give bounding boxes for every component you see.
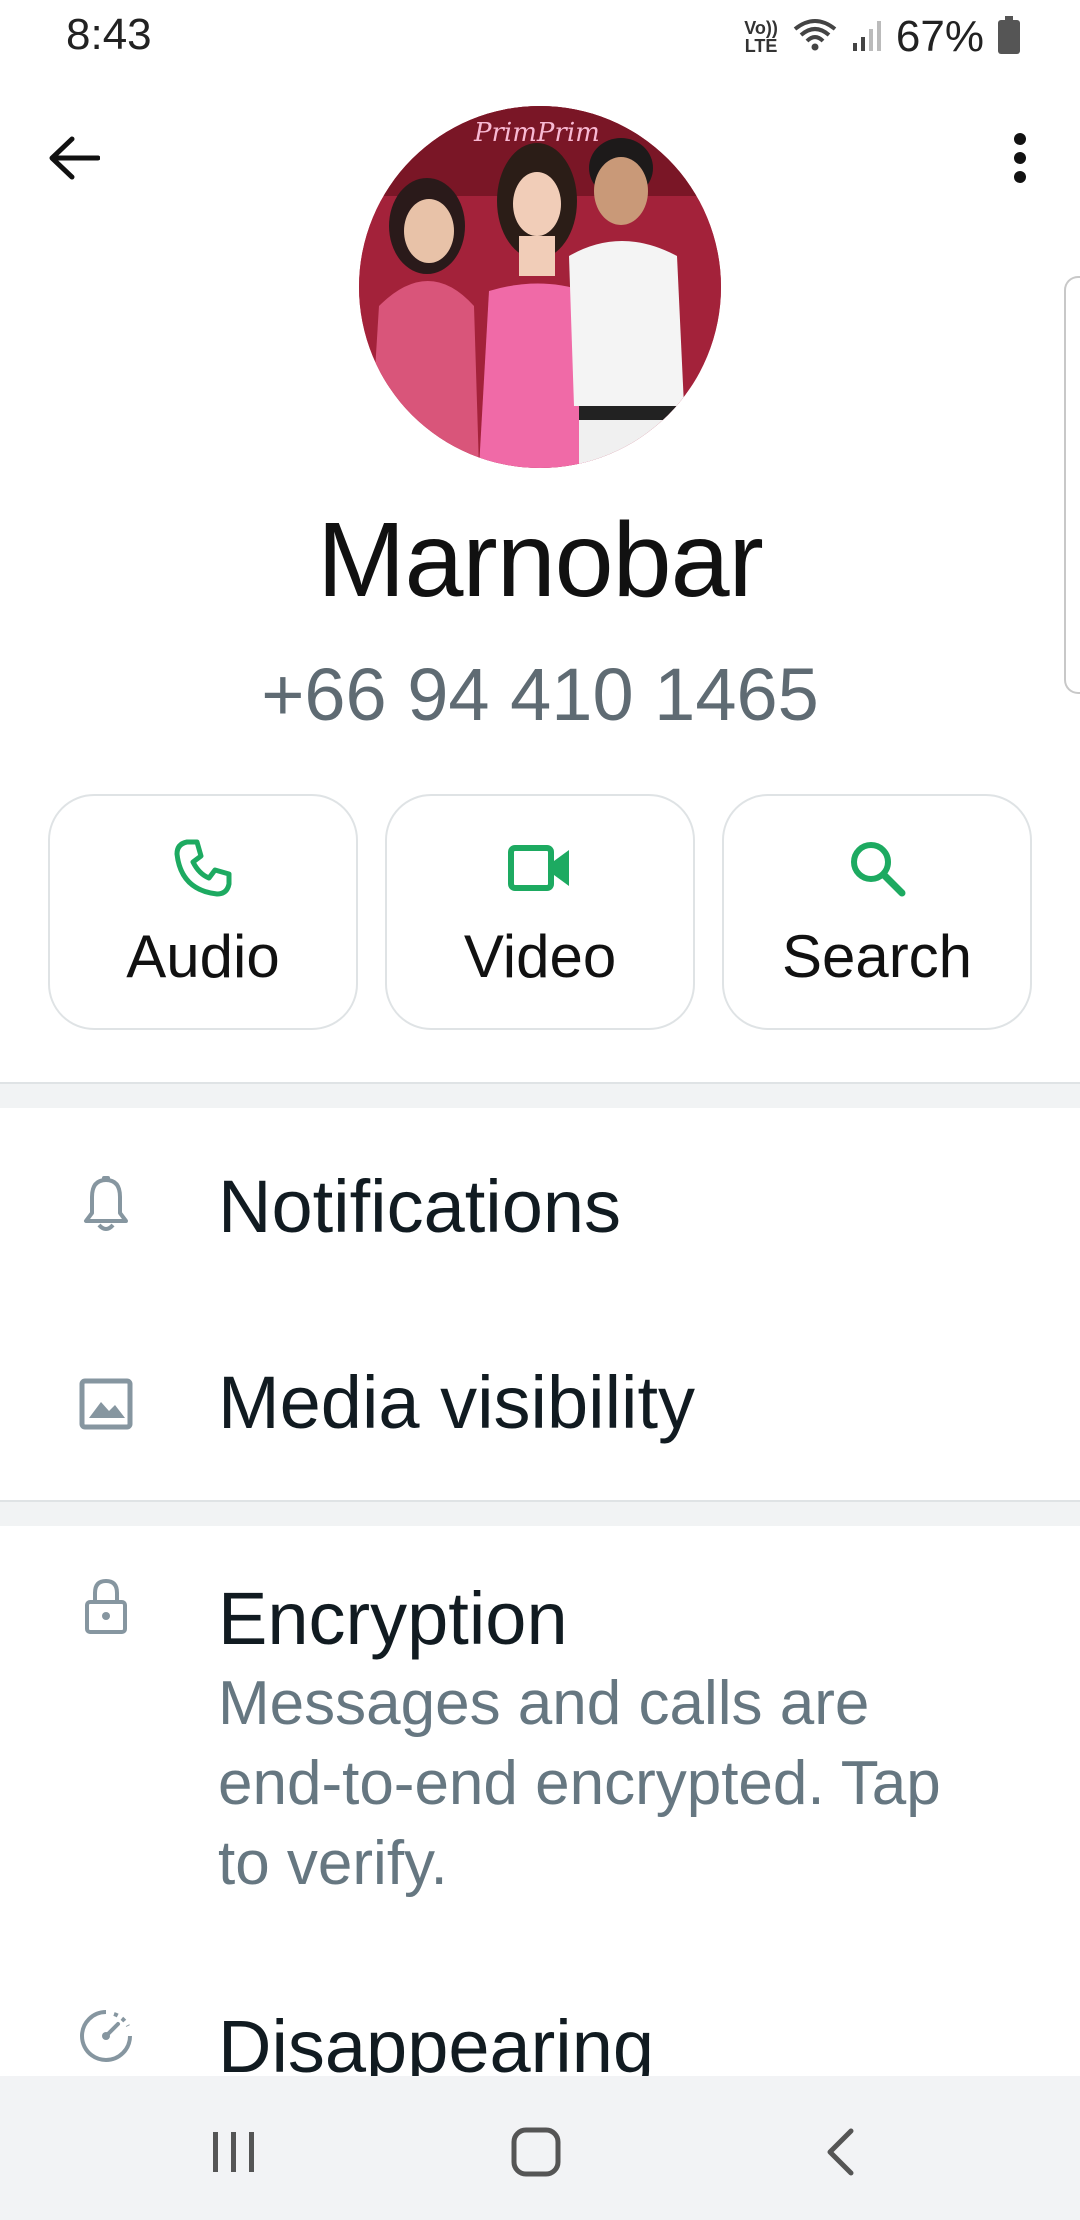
scroll-indicator bbox=[1064, 276, 1080, 694]
arrow-left-icon bbox=[49, 136, 100, 180]
recents-icon bbox=[213, 2132, 254, 2172]
search-label: Search bbox=[781, 923, 973, 990]
avatar-photo: PrimPrim bbox=[359, 106, 721, 468]
video-camera-icon bbox=[508, 836, 572, 900]
phone-icon bbox=[173, 836, 233, 900]
home-button[interactable] bbox=[496, 2112, 576, 2192]
video-label: Video bbox=[463, 923, 617, 990]
contact-name: Marnobar bbox=[317, 501, 764, 619]
status-bar: 8:43 Vo)) LTE 67% bbox=[0, 0, 1080, 72]
section-divider bbox=[0, 1082, 1080, 1108]
media-visibility-row[interactable]: Media visibility bbox=[0, 1304, 1080, 1500]
search-button[interactable]: Search bbox=[722, 794, 1032, 1030]
battery-percent: 67% bbox=[895, 12, 984, 61]
timer-icon bbox=[76, 2006, 136, 2066]
disappearing-messages-row[interactable]: Disappearing bbox=[0, 1960, 1080, 2076]
contact-phone: +66 94 410 1465 bbox=[261, 653, 819, 736]
encryption-title: Encryption bbox=[218, 1577, 568, 1660]
volte-indicator: Vo)) LTE bbox=[744, 18, 778, 56]
wifi-icon bbox=[792, 17, 838, 58]
video-call-button[interactable]: Video bbox=[385, 794, 695, 1030]
search-icon bbox=[848, 836, 906, 900]
status-time: 8:43 bbox=[66, 10, 152, 59]
notifications-row[interactable]: Notifications bbox=[0, 1106, 1080, 1304]
contact-avatar[interactable]: PrimPrim bbox=[359, 106, 721, 468]
bell-icon bbox=[76, 1174, 136, 1234]
image-icon bbox=[76, 1374, 136, 1434]
signal-icon bbox=[852, 17, 882, 58]
media-visibility-title: Media visibility bbox=[218, 1361, 696, 1444]
encryption-row[interactable]: Encryption Messages and calls are end-to… bbox=[0, 1524, 1080, 1904]
contact-actions: Audio Video Search bbox=[48, 794, 1032, 1032]
more-options-button[interactable] bbox=[988, 126, 1052, 190]
audio-call-button[interactable]: Audio bbox=[48, 794, 358, 1030]
more-vertical-icon bbox=[1014, 133, 1026, 183]
disappearing-title: Disappearing bbox=[218, 2005, 655, 2076]
notifications-title: Notifications bbox=[218, 1165, 622, 1248]
system-navigation-bar bbox=[0, 2076, 1080, 2220]
audio-label: Audio bbox=[126, 923, 280, 990]
back-button[interactable] bbox=[42, 126, 106, 190]
recents-button[interactable] bbox=[194, 2112, 274, 2192]
battery-icon bbox=[998, 15, 1020, 59]
lock-icon bbox=[76, 1576, 136, 1636]
nav-back-icon bbox=[827, 2128, 854, 2176]
home-icon bbox=[511, 2127, 561, 2177]
encryption-subtitle: Messages and calls are end-to-end encryp… bbox=[218, 1669, 941, 1898]
nav-back-button[interactable] bbox=[800, 2112, 880, 2192]
status-icons: Vo)) LTE 67% bbox=[744, 12, 1020, 62]
section-divider bbox=[0, 1500, 1080, 1526]
